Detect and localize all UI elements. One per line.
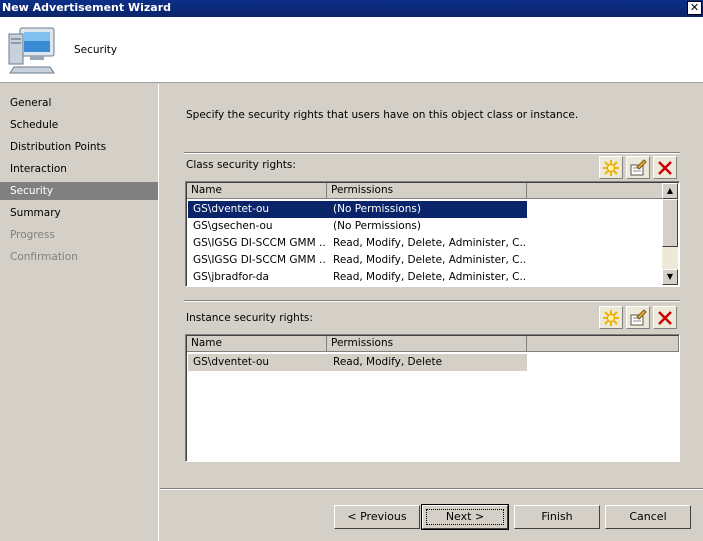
nav-item-security[interactable]: Security — [0, 182, 158, 200]
class-list-scrollbar[interactable]: ▲ ▼ — [662, 183, 678, 285]
properties-icon — [630, 309, 647, 326]
row-permissions: (No Permissions) — [333, 203, 421, 215]
instance-new-button[interactable] — [599, 306, 623, 329]
row-name: GS\dventet-ou — [193, 203, 270, 215]
previous-button[interactable]: < Previous — [334, 505, 420, 529]
table-row[interactable]: GS\jbradfor-da Read, Modify, Delete, Adm… — [188, 269, 527, 286]
class-new-button[interactable] — [599, 156, 623, 179]
security-page: Specify the security rights that users h… — [160, 84, 703, 488]
scroll-thumb[interactable] — [662, 199, 678, 247]
column-header-name[interactable]: Name — [187, 183, 327, 199]
class-rights-label: Class security rights: — [186, 159, 296, 171]
class-properties-button[interactable] — [626, 156, 650, 179]
window-title: New Advertisement Wizard — [2, 1, 172, 14]
column-header-permissions[interactable]: Permissions — [327, 183, 527, 199]
nav-item-general[interactable]: General — [0, 94, 158, 112]
title-bar: New Advertisement Wizard ✕ — [0, 0, 703, 17]
nav-item-distribution-points[interactable]: Distribution Points — [0, 138, 158, 156]
table-row[interactable]: GS\dventet-ou Read, Modify, Delete — [188, 354, 527, 371]
class-rights-list[interactable]: Name Permissions GS\dventet-ou (No Permi… — [185, 181, 680, 287]
row-name: GS\jbradfor-da — [193, 271, 269, 283]
instance-rights-list[interactable]: Name Permissions GS\dventet-ou Read, Mod… — [185, 334, 680, 462]
table-row[interactable]: GS\dventet-ou (No Permissions) — [188, 201, 527, 218]
class-section-divider — [184, 152, 680, 154]
instance-section-divider — [184, 300, 680, 302]
nav-item-progress: Progress — [10, 229, 55, 241]
scroll-down-button[interactable]: ▼ — [662, 269, 678, 285]
nav-item-confirmation: Confirmation — [10, 251, 78, 263]
nav-item-interaction[interactable]: Interaction — [0, 160, 158, 178]
properties-icon — [630, 159, 647, 176]
finish-button[interactable]: Finish — [514, 505, 600, 529]
row-name: GS\IGSG DI-SCCM GMM ... — [193, 254, 326, 266]
new-star-icon — [603, 160, 619, 176]
row-permissions: Read, Modify, Delete, Administer, C... — [333, 254, 526, 266]
new-star-icon — [603, 310, 619, 326]
focus-rect — [426, 509, 504, 525]
wizard-nav: General Schedule Distribution Points Int… — [0, 84, 159, 541]
class-list-header: Name Permissions — [187, 183, 663, 199]
row-permissions: Read, Modify, Delete — [333, 356, 443, 368]
column-header-empty[interactable] — [527, 183, 663, 199]
wizard-header: Security — [0, 17, 703, 83]
nav-item-summary[interactable]: Summary — [0, 204, 158, 222]
delete-x-icon — [658, 161, 672, 175]
row-permissions: Read, Modify, Delete, Administer, C... — [333, 237, 526, 249]
table-row[interactable]: GS\gsechen-ou (No Permissions) — [188, 218, 527, 235]
next-button[interactable]: Next > — [421, 504, 509, 530]
table-row[interactable]: GS\IGSG DI-SCCM GMM ... Read, Modify, De… — [188, 235, 527, 252]
cancel-button[interactable]: Cancel — [605, 505, 691, 529]
close-icon: ✕ — [689, 1, 700, 14]
close-button[interactable]: ✕ — [687, 1, 702, 15]
row-name: GS\IGSG DI-SCCM GMM ... — [193, 237, 326, 249]
instance-rights-label: Instance security rights: — [186, 312, 313, 324]
column-header-name[interactable]: Name — [187, 336, 327, 352]
scroll-up-button[interactable]: ▲ — [662, 183, 678, 199]
row-permissions: Read, Modify, Delete, Administer, C... — [333, 271, 526, 283]
page-description: Specify the security rights that users h… — [186, 109, 579, 121]
computer-icon — [8, 27, 55, 74]
delete-x-icon — [658, 311, 672, 325]
footer-divider — [160, 488, 703, 490]
row-permissions: (No Permissions) — [333, 220, 421, 232]
row-name: GS\gsechen-ou — [193, 220, 273, 232]
column-header-empty[interactable] — [527, 336, 679, 352]
table-row[interactable]: GS\IGSG DI-SCCM GMM ... Read, Modify, De… — [188, 252, 527, 269]
column-header-permissions[interactable]: Permissions — [327, 336, 527, 352]
instance-properties-button[interactable] — [626, 306, 650, 329]
nav-item-schedule[interactable]: Schedule — [0, 116, 158, 134]
instance-list-header: Name Permissions — [187, 336, 679, 352]
instance-delete-button[interactable] — [653, 306, 677, 329]
row-name: GS\dventet-ou — [193, 356, 270, 368]
page-title: Security — [74, 44, 118, 56]
class-delete-button[interactable] — [653, 156, 677, 179]
